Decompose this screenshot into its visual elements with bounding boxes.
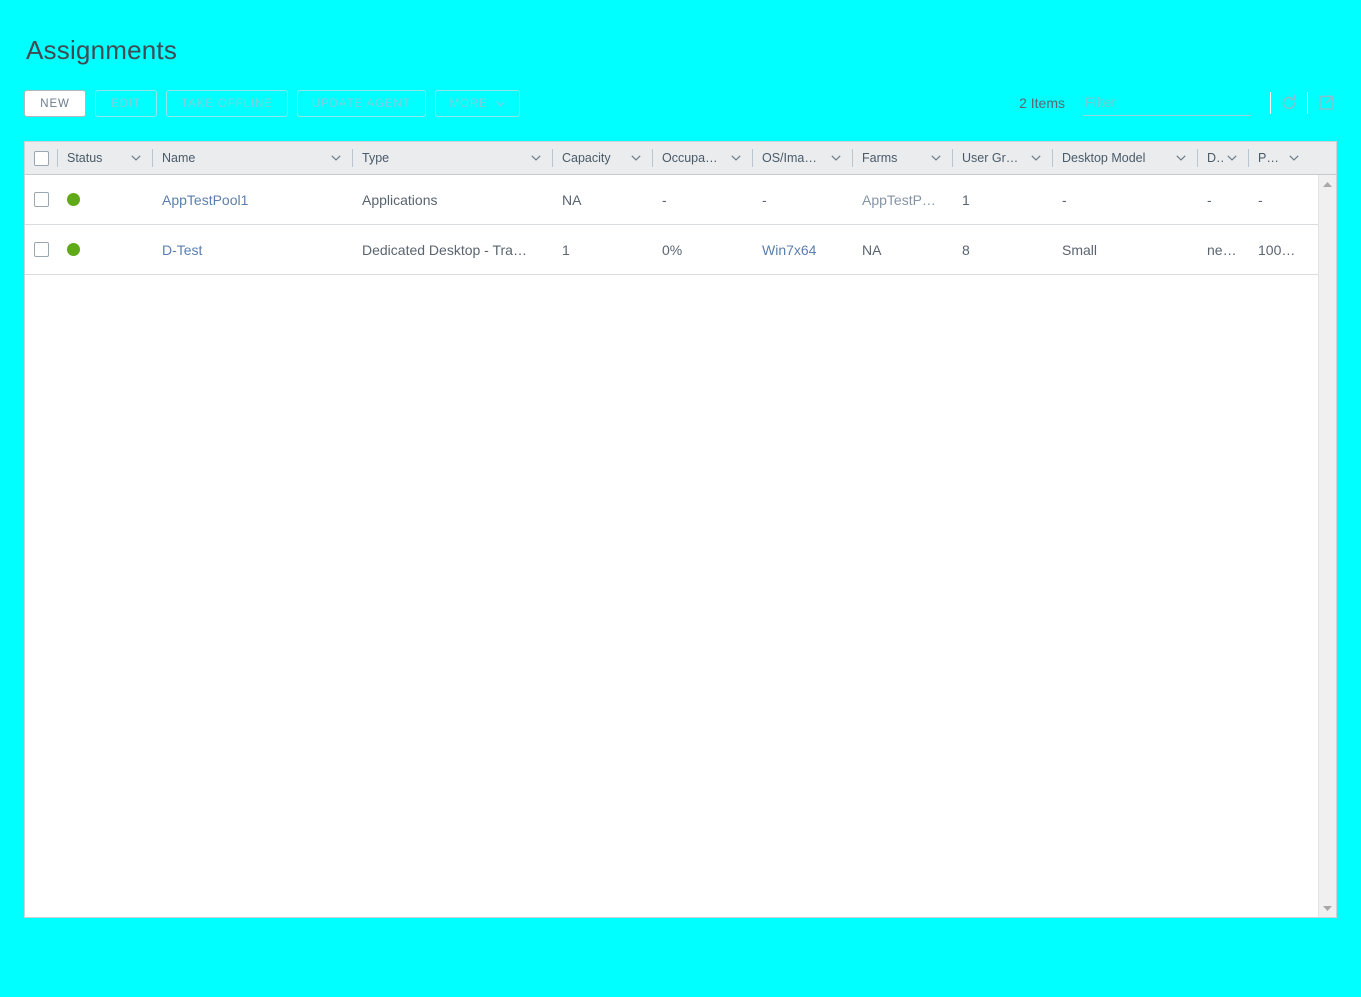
cell-user-groups: 1 [962,191,970,208]
column-header-type[interactable]: Type [352,142,552,174]
chevron-down-icon[interactable] [829,151,843,165]
table-row[interactable]: AppTestPool1 Applications NA - - AppTest… [25,175,1318,225]
column-header-label: Status [67,151,103,165]
column-header-name[interactable]: Name [152,142,352,174]
column-header-label: Occupa… [662,151,718,165]
cell-name: AppTestPool1 [152,175,352,224]
chevron-down-icon[interactable] [529,151,543,165]
search-input[interactable] [1083,90,1251,116]
row-select-cell [25,175,57,224]
cell-os-image: - [762,191,767,208]
export-icon[interactable] [1315,92,1337,114]
column-header-label: OS/Ima… [762,151,817,165]
column-header-label: D… [1207,151,1225,165]
chevron-down-icon[interactable] [1287,151,1301,165]
os-image-link[interactable]: Win7x64 [762,242,816,258]
column-header-farms[interactable]: Farms [852,142,952,174]
column-header-desktop-model[interactable]: Desktop Model [1052,142,1197,174]
column-header-status[interactable]: Status [57,142,152,174]
farm-link[interactable]: AppTestP… [862,192,936,208]
column-header-user-groups[interactable]: User Gr… [952,142,1052,174]
cell-desktop-model: Small [1062,241,1098,258]
cell-capacity: 1 [562,241,570,258]
cell-d: ne… [1207,241,1237,258]
chevron-down-icon[interactable] [1174,151,1188,165]
chevron-down-icon[interactable] [129,151,143,165]
vertical-scrollbar[interactable] [1318,175,1336,917]
update-agent-button[interactable]: UPDATE AGENT [296,90,426,117]
chevron-down-icon [495,100,505,107]
column-header-label: Name [162,151,196,165]
row-select-cell [25,225,57,274]
cell-status [57,225,152,274]
toolbar-right: 2 Items [1019,88,1337,118]
column-header-p[interactable]: P… [1248,142,1310,174]
cell-status [57,175,152,224]
cell-p: - [1258,191,1263,208]
chevron-down-icon[interactable] [329,151,343,165]
page-title: Assignments [26,35,178,65]
cell-farms: AppTestP… [852,175,952,224]
cell-farms: NA [862,241,882,258]
chevron-down-icon[interactable] [729,151,743,165]
cell-occupancy: 0% [662,241,683,258]
select-all-checkbox[interactable] [34,150,49,166]
column-header-label: User Gr… [962,151,1019,165]
table-body: AppTestPool1 Applications NA - - AppTest… [25,175,1318,917]
cell-occupancy: - [662,191,667,208]
divider [1270,92,1271,114]
edit-button-label: EDIT [111,97,141,110]
take-offline-button[interactable]: TAKE OFFLINE [166,90,288,117]
column-header-d[interactable]: D… [1197,142,1248,174]
cell-user-groups: 8 [962,241,970,258]
update-agent-button-label: UPDATE AGENT [311,97,411,110]
column-header-label: Type [362,151,390,165]
select-all-header-cell [25,142,57,174]
chevron-down-icon[interactable] [1029,151,1043,165]
cell-type: Dedicated Desktop - Tra… [362,241,527,258]
cell-name: D-Test [152,225,352,274]
new-button[interactable]: NEW [24,90,86,117]
column-header-label: Desktop Model [1062,151,1146,165]
column-header-label: Farms [862,151,898,165]
row-checkbox[interactable] [34,192,49,207]
assignment-name-link[interactable]: AppTestPool1 [162,192,248,208]
table-header-row: Status Name Type Capacity Occupa… OS/Ima… [25,141,1336,175]
cell-d: - [1207,191,1212,208]
refresh-icon[interactable] [1278,92,1300,114]
divider [1307,92,1308,114]
cell-os-image: Win7x64 [752,225,852,274]
items-count: 2 Items [1019,95,1065,111]
more-button-label: MORE [449,97,488,110]
status-badge [67,243,80,256]
cell-capacity: NA [562,191,582,208]
status-badge [67,193,80,206]
cell-p: 100… [1258,241,1296,258]
new-button-label: NEW [40,97,70,110]
column-header-occupancy[interactable]: Occupa… [652,142,752,174]
table-row[interactable]: D-Test Dedicated Desktop - Tra… 1 0% Win… [25,225,1318,275]
cell-desktop-model: - [1062,191,1067,208]
take-offline-button-label: TAKE OFFLINE [181,97,273,110]
chevron-down-icon[interactable] [629,151,643,165]
edit-button[interactable]: EDIT [95,90,157,117]
more-button[interactable]: MORE [434,90,520,117]
filter-field [1083,90,1251,116]
column-header-capacity[interactable]: Capacity [552,142,652,174]
scroll-down-arrow-icon[interactable] [1321,902,1335,914]
chevron-down-icon[interactable] [1225,151,1239,165]
assignments-page: Assignments NEW EDIT TAKE OFFLINE UPDATE… [0,0,1361,997]
column-header-label: Capacity [562,151,611,165]
table-body-area: AppTestPool1 Applications NA - - AppTest… [25,175,1336,917]
column-header-os-image[interactable]: OS/Ima… [752,142,852,174]
assignment-name-link[interactable]: D-Test [162,242,202,258]
cell-type: Applications [362,191,438,208]
toolbar: NEW EDIT TAKE OFFLINE UPDATE AGENT MORE [24,90,520,117]
assignments-table: Status Name Type Capacity Occupa… OS/Ima… [24,141,1337,918]
chevron-down-icon[interactable] [929,151,943,165]
scroll-up-arrow-icon[interactable] [1321,178,1335,190]
row-checkbox[interactable] [34,242,49,257]
column-header-label: P… [1258,151,1279,165]
